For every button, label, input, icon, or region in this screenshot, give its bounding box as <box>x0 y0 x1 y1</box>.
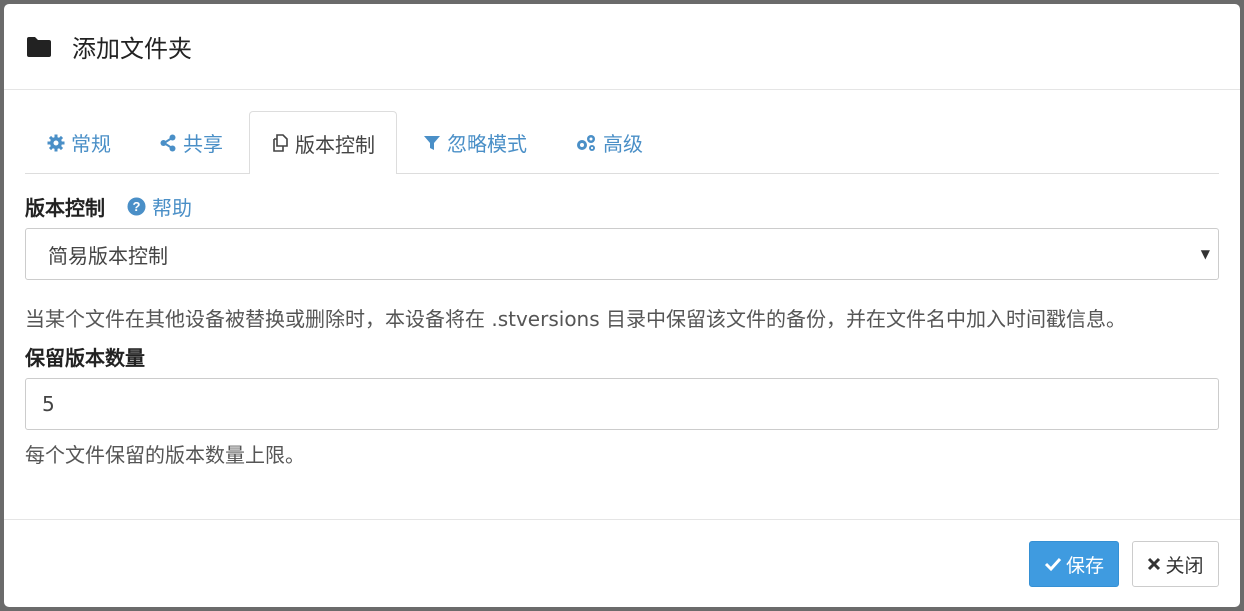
tab-general-label: 常规 <box>71 132 111 156</box>
help-link[interactable]: ? 帮助 <box>127 192 192 221</box>
versioning-label-row: 版本控制 ? 帮助 <box>25 190 1219 222</box>
keep-versions-label-row: 保留版本数量 <box>25 340 1219 372</box>
close-button[interactable]: 关闭 <box>1132 541 1219 587</box>
versioning-label: 版本控制 <box>25 195 105 220</box>
check-icon <box>1044 557 1062 572</box>
close-button-label: 关闭 <box>1165 554 1204 577</box>
tab-bar: 常规 共享 版本控制 忽略模式 高级 <box>25 111 1219 174</box>
keep-versions-value: 5 <box>42 392 55 416</box>
tab-sharing[interactable]: 共享 <box>137 111 245 173</box>
dialog-footer: 保存 关闭 <box>4 519 1240 607</box>
filter-icon <box>424 135 440 150</box>
dialog-header: 添加文件夹 <box>4 4 1240 90</box>
add-folder-dialog: 添加文件夹 常规 共享 版本控制 忽略模式 高级 版本控制 ? 帮助 简易版本控… <box>4 4 1240 607</box>
tab-sharing-label: 共享 <box>183 132 223 156</box>
tab-versioning-label: 版本控制 <box>295 132 375 157</box>
copy-icon <box>273 134 288 152</box>
tab-versioning[interactable]: 版本控制 <box>249 111 397 174</box>
tab-advanced-label: 高级 <box>603 132 643 156</box>
caret-down-icon: ▼ <box>1200 247 1210 261</box>
save-button-label: 保存 <box>1065 554 1104 577</box>
tab-ignore-patterns[interactable]: 忽略模式 <box>401 111 549 173</box>
versioning-description: 当某个文件在其他设备被替换或删除时，本设备将在 .stversions 目录中保… <box>25 307 1127 331</box>
folder-icon <box>26 36 52 58</box>
dialog-body: 常规 共享 版本控制 忽略模式 高级 版本控制 ? 帮助 简易版本控制 ▼ 当某… <box>4 90 1240 470</box>
versioning-type-select[interactable]: 简易版本控制 ▼ <box>25 228 1219 280</box>
keep-versions-description: 每个文件保留的版本数量上限。 <box>25 443 305 467</box>
share-icon <box>160 134 176 151</box>
close-icon <box>1148 557 1161 571</box>
dialog-title: 添加文件夹 <box>72 35 192 63</box>
tab-advanced[interactable]: 高级 <box>553 111 665 173</box>
tab-general[interactable]: 常规 <box>25 111 133 173</box>
gears-icon <box>577 134 595 151</box>
keep-versions-label: 保留版本数量 <box>25 345 145 370</box>
gear-icon <box>47 134 65 151</box>
keep-versions-input[interactable]: 5 <box>25 378 1219 430</box>
tab-ignore-patterns-label: 忽略模式 <box>447 132 527 156</box>
help-link-label: 帮助 <box>152 195 192 220</box>
svg-text:?: ? <box>133 199 141 214</box>
question-circle-icon: ? <box>127 197 146 215</box>
save-button[interactable]: 保存 <box>1029 541 1119 587</box>
versioning-type-value: 简易版本控制 <box>48 243 168 268</box>
